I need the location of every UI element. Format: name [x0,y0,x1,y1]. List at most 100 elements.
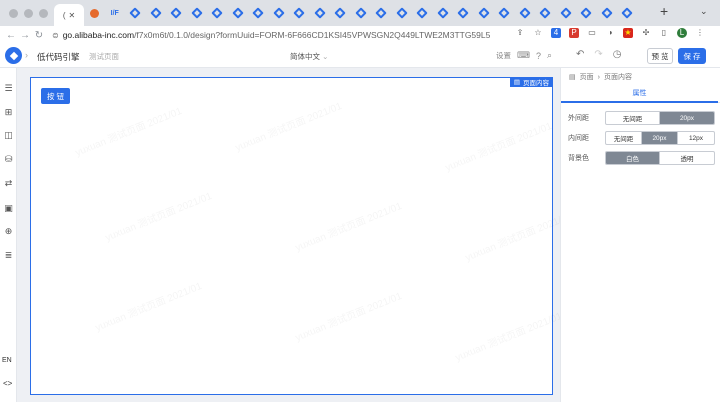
favicon-text-icon: I/F [110,9,119,17]
address-bar[interactable]: ⊜ go.alibaba-inc.com/f7x0m6t/0.1.0/desig… [52,28,522,42]
flag-extension-icon[interactable]: ★ [623,28,633,38]
breadcrumb-item[interactable]: 页面 [580,72,594,82]
setting-link[interactable]: 设置 [496,50,511,61]
browser-tab[interactable] [535,0,556,26]
browser-tab[interactable] [351,0,372,26]
toggle-extension-icon[interactable]: ◑ [605,28,615,38]
browser-tab[interactable] [228,0,249,26]
background-segmented[interactable]: 白色 透明 [605,151,715,165]
padding-segmented[interactable]: 无间距 20px 12px [605,131,715,145]
browser-tab-strip: ( ✕ I/F + ⌄ [0,0,720,26]
redo-icon[interactable]: ↷ [594,49,602,60]
back-arrow-icon[interactable]: ← [4,30,18,41]
browser-tab[interactable] [597,0,618,26]
margin-option-none[interactable]: 无间距 [606,112,660,124]
favicon-icon [539,7,551,19]
new-tab-button[interactable]: + [660,3,668,19]
browser-tab-active[interactable]: ( ✕ [54,4,84,26]
browser-tab[interactable] [576,0,597,26]
help-icon[interactable]: ? [536,51,541,61]
page-layout-icon[interactable]: ◫ [3,130,14,140]
tab-search-chevron-icon[interactable]: ⌄ [700,6,708,17]
watermark: yuxuan 测试页面 2021/01 [92,277,204,334]
browser-tab[interactable] [289,0,310,26]
menu-kebab-icon[interactable]: ⋮ [695,28,705,38]
browser-tab[interactable] [433,0,454,26]
browser-tab[interactable] [166,0,187,26]
globe-icon[interactable]: ⊕ [3,226,14,236]
browser-tab[interactable] [556,0,577,26]
browser-tab[interactable]: I/F [105,0,126,26]
data-source-icon[interactable]: ⛁ [3,154,14,164]
browser-tab[interactable] [125,0,146,26]
favicon-icon [601,7,613,19]
favicon-icon [621,7,633,19]
browser-tab[interactable] [330,0,351,26]
browser-tab[interactable] [392,0,413,26]
favicon-icon [355,7,367,19]
browser-tab[interactable] [187,0,208,26]
browser-tab[interactable] [617,0,638,26]
padding-option-none[interactable]: 无间距 [606,132,642,144]
browser-tab[interactable] [310,0,331,26]
browser-tab[interactable] [453,0,474,26]
minimize-window-dot[interactable] [24,8,33,18]
browser-tab[interactable] [494,0,515,26]
sidebar-toggle-icon[interactable]: ▯ [659,28,669,38]
flow-icon[interactable]: ⇄ [3,178,14,188]
logo-icon[interactable] [5,47,22,64]
url-path: /f7x0m6t/0.1.0/design?formUuid=FORM-6F66… [134,30,491,40]
forward-arrow-icon[interactable]: → [18,30,32,41]
favicon-icon [211,7,223,19]
browser-tab[interactable] [371,0,392,26]
browser-tab[interactable] [412,0,433,26]
components-grid-icon[interactable]: ⊞ [3,107,14,117]
canvas-button-component[interactable]: 按 钮 [41,88,70,104]
breadcrumb-item[interactable]: 页面内容 [604,72,632,82]
browser-tab[interactable] [474,0,495,26]
code-toggle-icon[interactable]: <> [3,379,12,388]
chevron-down-icon: ⌄ [322,52,329,61]
site-info-icon[interactable]: ⊜ [52,31,59,40]
browser-tab[interactable] [146,0,167,26]
browser-tab[interactable] [207,0,228,26]
close-icon[interactable]: ✕ [68,11,75,20]
keyboard-icon[interactable]: ⌨ [517,50,530,61]
background-option-transparent[interactable]: 透明 [660,152,714,164]
save-button[interactable]: 保 存 [678,48,706,64]
language-select[interactable]: 简体中文 ⌄ [290,51,328,62]
browser-tab[interactable] [269,0,290,26]
close-window-dot[interactable] [9,8,18,18]
code-editor-icon[interactable]: ▣ [3,203,14,213]
preview-button[interactable]: 预 览 [647,48,673,64]
selection-tag[interactable]: ▤ 页面内容 [509,77,553,87]
share-icon[interactable]: ⇪ [515,28,525,38]
page-container[interactable]: ▤ 页面内容 按 钮 yuxuan 测试页面 2021/01 yuxuan 测试… [30,77,574,395]
page-name[interactable]: 测试页面 [89,51,119,62]
browser-tab[interactable] [515,0,536,26]
outline-tree-icon[interactable]: ☰ [3,83,14,93]
browser-tab[interactable] [84,0,105,26]
margin-option-20px[interactable]: 20px [660,112,714,124]
app-name[interactable]: 低代码引擎 [37,51,80,63]
puzzle-icon[interactable]: ✣ [641,28,651,38]
browser-tab[interactable] [248,0,269,26]
margin-segmented[interactable]: 无间距 20px [605,111,715,125]
extension-icon[interactable]: 4 [551,28,561,38]
padding-option-20px[interactable]: 20px [642,132,678,144]
padding-option-12px[interactable]: 12px [678,132,714,144]
schema-icon[interactable]: ≣ [3,250,14,260]
reload-icon[interactable]: ↻ [32,30,46,41]
bookmark-star-icon[interactable]: ☆ [533,28,543,38]
panel-breadcrumb: ▤ 页面 › 页面内容 [569,72,632,82]
profile-avatar[interactable]: L [677,28,687,38]
background-option-white[interactable]: 白色 [606,152,660,164]
history-clock-icon[interactable]: ◷ [613,49,622,60]
pdf-extension-icon[interactable]: P [569,28,579,38]
search-icon[interactable]: ⌕ [547,50,552,61]
tab-properties[interactable]: 属性 [561,85,718,103]
zoom-window-dot[interactable] [39,8,48,18]
language-toggle[interactable]: EN [2,357,12,364]
undo-icon[interactable]: ↶ [576,49,584,60]
window-extension-icon[interactable]: ▭ [587,28,597,38]
